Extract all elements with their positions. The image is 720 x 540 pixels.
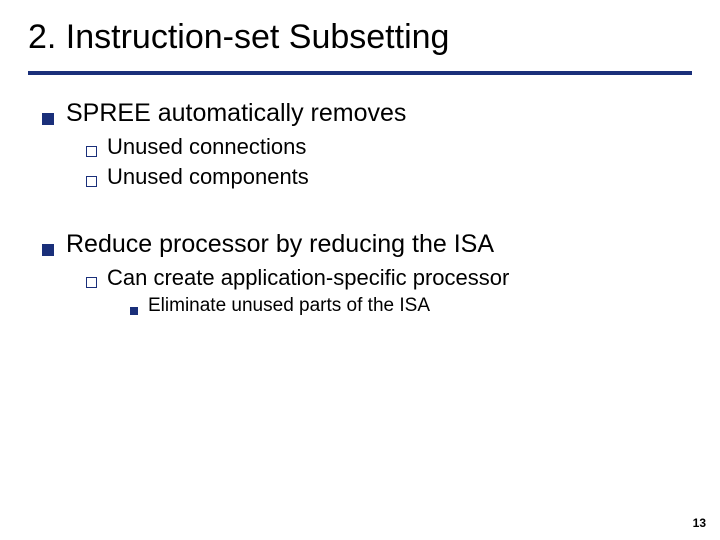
bullet-lvl2: Unused connections [86, 134, 692, 160]
bullet-text: Eliminate unused parts of the ISA [148, 295, 430, 317]
bullet-row: SPREE automatically removes [42, 99, 692, 128]
square-outline-bullet-icon [86, 176, 97, 187]
bullet-lvl1: SPREE automatically removes [42, 99, 692, 128]
bullet-row: Unused components [86, 164, 692, 190]
slide: 2. Instruction-set Subsetting SPREE auto… [0, 0, 720, 540]
square-bullet-icon [42, 113, 54, 125]
bullet-row: Eliminate unused parts of the ISA [130, 295, 692, 317]
bullet-row: Can create application-specific processo… [86, 265, 692, 291]
square-bullet-icon [42, 244, 54, 256]
bullet-lvl3: Eliminate unused parts of the ISA [130, 295, 692, 317]
bullet-row: Unused connections [86, 134, 692, 160]
bullet-row: Reduce processor by reducing the ISA [42, 230, 692, 259]
bullet-lvl2: Can create application-specific processo… [86, 265, 692, 291]
bullet-text: Can create application-specific processo… [107, 265, 509, 291]
title-rule [28, 71, 692, 75]
page-number: 13 [693, 516, 706, 530]
bullet-text: SPREE automatically removes [66, 99, 406, 128]
bullet-lvl2: Unused components [86, 164, 692, 190]
bullet-text: Unused connections [107, 134, 306, 160]
bullet-lvl1: Reduce processor by reducing the ISA [42, 230, 692, 259]
square-outline-bullet-icon [86, 146, 97, 157]
bullet-text: Unused components [107, 164, 309, 190]
slide-title: 2. Instruction-set Subsetting [28, 18, 692, 71]
square-small-bullet-icon [130, 307, 138, 315]
bullet-text: Reduce processor by reducing the ISA [66, 230, 494, 259]
square-outline-bullet-icon [86, 277, 97, 288]
spacer [28, 192, 692, 216]
